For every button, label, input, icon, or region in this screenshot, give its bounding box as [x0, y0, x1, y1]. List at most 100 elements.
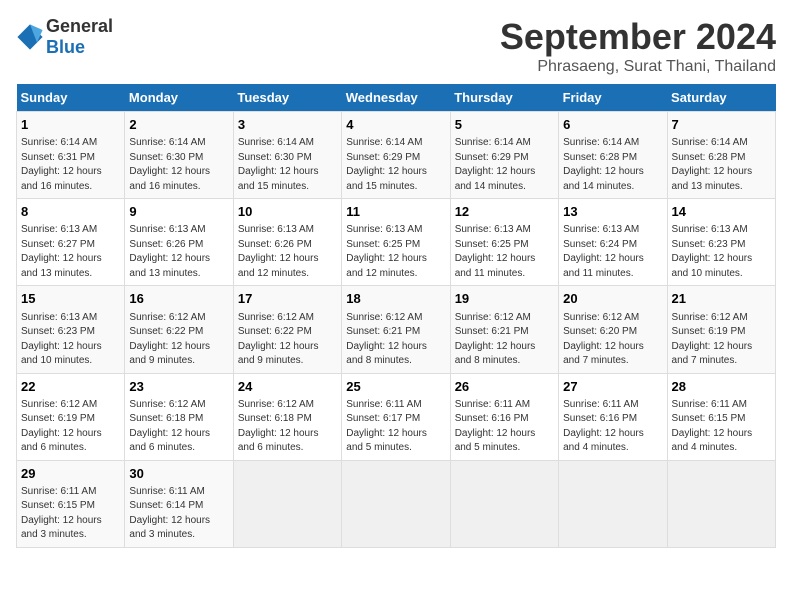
calendar-cell: 5 Sunrise: 6:14 AMSunset: 6:29 PMDaylight… — [450, 112, 558, 199]
day-info: Sunrise: 6:12 AMSunset: 6:18 PMDaylight:… — [238, 398, 337, 456]
day-info: Sunrise: 6:12 AMSunset: 6:22 PMDaylight:… — [238, 311, 337, 369]
day-number: 12 — [455, 203, 554, 221]
calendar-cell: 18 Sunrise: 6:12 AMSunset: 6:21 PMDayligh… — [342, 286, 450, 373]
header: General Blue September 2024 Phrasaeng, S… — [16, 16, 776, 76]
day-number: 18 — [346, 290, 445, 308]
day-number: 15 — [21, 290, 120, 308]
logo-text-blue: Blue — [46, 37, 85, 57]
day-info: Sunrise: 6:13 AMSunset: 6:26 PMDaylight:… — [129, 223, 228, 281]
logo: General Blue — [16, 16, 113, 58]
calendar-cell: 22Sunrise: 6:12 AMSunset: 6:19 PMDayligh… — [17, 373, 125, 460]
calendar-cell: 15 Sunrise: 6:13 AMSunset: 6:23 PMDayligh… — [17, 286, 125, 373]
calendar-cell: 16 Sunrise: 6:12 AMSunset: 6:22 PMDayligh… — [125, 286, 233, 373]
calendar-cell: 19Sunrise: 6:12 AMSunset: 6:21 PMDayligh… — [450, 286, 558, 373]
day-number: 1 — [21, 116, 120, 134]
day-info: Sunrise: 6:13 AMSunset: 6:23 PMDaylight:… — [672, 223, 771, 281]
calendar-cell — [450, 460, 558, 547]
calendar-week-3: 15 Sunrise: 6:13 AMSunset: 6:23 PMDayligh… — [17, 286, 776, 373]
calendar-cell: 25 Sunrise: 6:11 AMSunset: 6:17 PMDayligh… — [342, 373, 450, 460]
logo-text-general: General — [46, 16, 113, 36]
calendar-cell: 20Sunrise: 6:12 AMSunset: 6:20 PMDayligh… — [559, 286, 667, 373]
day-info: Sunrise: 6:13 AMSunset: 6:25 PMDaylight:… — [346, 223, 445, 281]
calendar-cell: 12 Sunrise: 6:13 AMSunset: 6:25 PMDayligh… — [450, 199, 558, 286]
header-day-saturday: Saturday — [667, 84, 775, 112]
calendar-cell: 8 Sunrise: 6:13 AMSunset: 6:27 PMDaylight… — [17, 199, 125, 286]
day-info: Sunrise: 6:11 AMSunset: 6:16 PMDaylight:… — [455, 398, 554, 456]
header-row: SundayMondayTuesdayWednesdayThursdayFrid… — [17, 84, 776, 112]
subtitle: Phrasaeng, Surat Thani, Thailand — [500, 58, 776, 76]
header-day-sunday: Sunday — [17, 84, 125, 112]
calendar-cell: 30Sunrise: 6:11 AMSunset: 6:14 PMDayligh… — [125, 460, 233, 547]
calendar-cell: 23 Sunrise: 6:12 AMSunset: 6:18 PMDayligh… — [125, 373, 233, 460]
day-info: Sunrise: 6:14 AMSunset: 6:29 PMDaylight:… — [346, 136, 445, 194]
calendar-cell: 29 Sunrise: 6:11 AMSunset: 6:15 PMDayligh… — [17, 460, 125, 547]
calendar-cell: 6 Sunrise: 6:14 AMSunset: 6:28 PMDaylight… — [559, 112, 667, 199]
day-number: 24 — [238, 378, 337, 396]
day-info: Sunrise: 6:12 AMSunset: 6:22 PMDaylight:… — [129, 311, 228, 369]
day-number: 4 — [346, 116, 445, 134]
day-number: 13 — [563, 203, 662, 221]
calendar-week-4: 22Sunrise: 6:12 AMSunset: 6:19 PMDayligh… — [17, 373, 776, 460]
day-info: Sunrise: 6:14 AMSunset: 6:29 PMDaylight:… — [455, 136, 554, 194]
main-title: September 2024 — [500, 16, 776, 58]
day-number: 27 — [563, 378, 662, 396]
day-number: 23 — [129, 378, 228, 396]
day-info: Sunrise: 6:13 AMSunset: 6:25 PMDaylight:… — [455, 223, 554, 281]
day-number: 29 — [21, 465, 120, 483]
calendar-week-5: 29 Sunrise: 6:11 AMSunset: 6:15 PMDayligh… — [17, 460, 776, 547]
day-number: 6 — [563, 116, 662, 134]
calendar-cell: 13 Sunrise: 6:13 AMSunset: 6:24 PMDayligh… — [559, 199, 667, 286]
day-info: Sunrise: 6:13 AMSunset: 6:26 PMDaylight:… — [238, 223, 337, 281]
calendar-week-2: 8 Sunrise: 6:13 AMSunset: 6:27 PMDaylight… — [17, 199, 776, 286]
day-info: Sunrise: 6:11 AMSunset: 6:16 PMDaylight:… — [563, 398, 662, 456]
day-info: Sunrise: 6:12 AMSunset: 6:20 PMDaylight:… — [563, 311, 662, 369]
calendar-cell: 26 Sunrise: 6:11 AMSunset: 6:16 PMDayligh… — [450, 373, 558, 460]
day-info: Sunrise: 6:12 AMSunset: 6:18 PMDaylight:… — [129, 398, 228, 456]
calendar-cell: 11 Sunrise: 6:13 AMSunset: 6:25 PMDayligh… — [342, 199, 450, 286]
day-number: 9 — [129, 203, 228, 221]
day-number: 14 — [672, 203, 771, 221]
calendar-cell: 14 Sunrise: 6:13 AMSunset: 6:23 PMDayligh… — [667, 199, 775, 286]
day-number: 7 — [672, 116, 771, 134]
day-number: 25 — [346, 378, 445, 396]
day-number: 26 — [455, 378, 554, 396]
day-info: Sunrise: 6:12 AMSunset: 6:19 PMDaylight:… — [21, 398, 120, 456]
day-info: Sunrise: 6:14 AMSunset: 6:28 PMDaylight:… — [563, 136, 662, 194]
header-day-tuesday: Tuesday — [233, 84, 341, 112]
calendar-cell: 9 Sunrise: 6:13 AMSunset: 6:26 PMDaylight… — [125, 199, 233, 286]
header-day-wednesday: Wednesday — [342, 84, 450, 112]
calendar-cell: 27 Sunrise: 6:11 AMSunset: 6:16 PMDayligh… — [559, 373, 667, 460]
calendar-cell — [667, 460, 775, 547]
day-info: Sunrise: 6:12 AMSunset: 6:19 PMDaylight:… — [672, 311, 771, 369]
header-day-thursday: Thursday — [450, 84, 558, 112]
day-number: 30 — [129, 465, 228, 483]
day-info: Sunrise: 6:13 AMSunset: 6:23 PMDaylight:… — [21, 311, 120, 369]
day-number: 8 — [21, 203, 120, 221]
calendar-cell: 28Sunrise: 6:11 AMSunset: 6:15 PMDayligh… — [667, 373, 775, 460]
day-info: Sunrise: 6:11 AMSunset: 6:15 PMDaylight:… — [21, 485, 120, 543]
logo-icon — [16, 23, 44, 51]
day-info: Sunrise: 6:11 AMSunset: 6:17 PMDaylight:… — [346, 398, 445, 456]
calendar-cell — [342, 460, 450, 547]
day-info: Sunrise: 6:14 AMSunset: 6:30 PMDaylight:… — [129, 136, 228, 194]
calendar-week-1: 1 Sunrise: 6:14 AMSunset: 6:31 PMDaylight… — [17, 112, 776, 199]
day-number: 11 — [346, 203, 445, 221]
calendar-cell: 4 Sunrise: 6:14 AMSunset: 6:29 PMDaylight… — [342, 112, 450, 199]
calendar-cell: 3Sunrise: 6:14 AMSunset: 6:30 PMDaylight… — [233, 112, 341, 199]
day-number: 5 — [455, 116, 554, 134]
calendar-cell: 21Sunrise: 6:12 AMSunset: 6:19 PMDayligh… — [667, 286, 775, 373]
day-number: 2 — [129, 116, 228, 134]
calendar-cell: 24 Sunrise: 6:12 AMSunset: 6:18 PMDayligh… — [233, 373, 341, 460]
day-info: Sunrise: 6:13 AMSunset: 6:27 PMDaylight:… — [21, 223, 120, 281]
title-area: September 2024 Phrasaeng, Surat Thani, T… — [500, 16, 776, 76]
day-number: 3 — [238, 116, 337, 134]
calendar-table: SundayMondayTuesdayWednesdayThursdayFrid… — [16, 84, 776, 548]
day-info: Sunrise: 6:12 AMSunset: 6:21 PMDaylight:… — [346, 311, 445, 369]
calendar-cell: 7 Sunrise: 6:14 AMSunset: 6:28 PMDaylight… — [667, 112, 775, 199]
calendar-cell: 2 Sunrise: 6:14 AMSunset: 6:30 PMDaylight… — [125, 112, 233, 199]
day-info: Sunrise: 6:13 AMSunset: 6:24 PMDaylight:… — [563, 223, 662, 281]
day-info: Sunrise: 6:14 AMSunset: 6:28 PMDaylight:… — [672, 136, 771, 194]
day-info: Sunrise: 6:14 AMSunset: 6:31 PMDaylight:… — [21, 136, 120, 194]
day-number: 10 — [238, 203, 337, 221]
day-number: 16 — [129, 290, 228, 308]
